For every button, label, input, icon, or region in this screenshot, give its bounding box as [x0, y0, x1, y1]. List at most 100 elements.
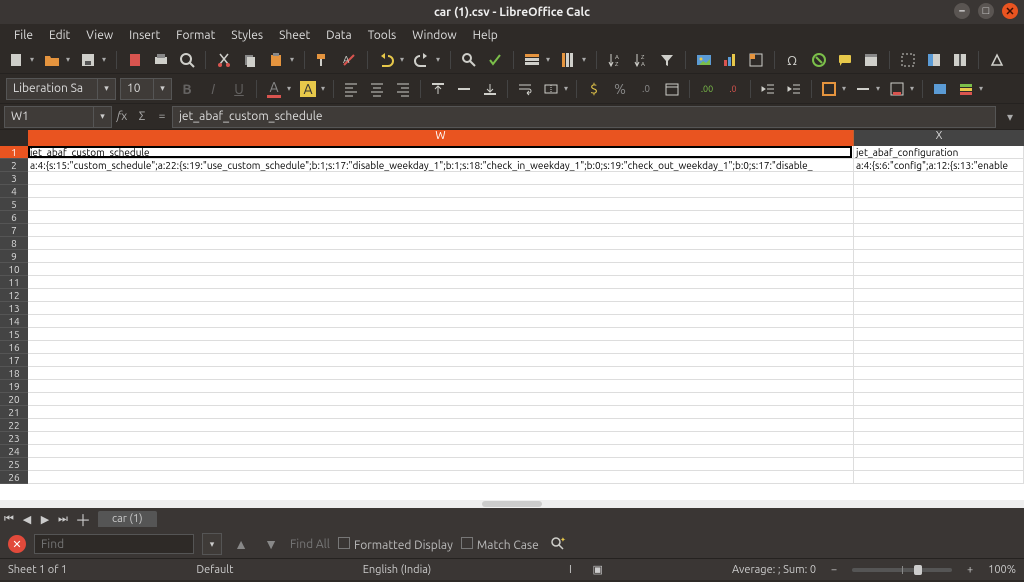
autofilter-icon[interactable] [657, 50, 677, 70]
paste-icon[interactable] [266, 50, 286, 70]
cell[interactable] [28, 315, 854, 328]
cell[interactable] [28, 406, 854, 419]
row-header[interactable]: 6 [0, 211, 28, 224]
clone-formatting-icon[interactable] [313, 50, 333, 70]
font-color-dropdown[interactable]: ▾ [285, 79, 293, 99]
menu-file[interactable]: File [6, 27, 41, 44]
window-close-button[interactable]: ✕ [1002, 3, 1018, 19]
menu-sheet[interactable]: Sheet [271, 27, 318, 44]
cell[interactable] [28, 198, 854, 211]
number-format-icon[interactable]: .0 [635, 78, 657, 100]
row-header[interactable]: 19 [0, 380, 28, 393]
cell[interactable] [28, 471, 854, 484]
border-style-icon[interactable] [852, 78, 874, 100]
cell[interactable]: jet_abaf_configuration [854, 146, 1024, 159]
cell[interactable] [854, 237, 1024, 250]
find-next-icon[interactable]: ▼ [260, 533, 282, 555]
define-print-area-icon[interactable] [898, 50, 918, 70]
cell[interactable] [854, 250, 1024, 263]
italic-button[interactable]: I [202, 78, 224, 100]
cell[interactable] [854, 393, 1024, 406]
cell[interactable] [28, 237, 854, 250]
horizontal-scrollbar[interactable] [0, 500, 1024, 508]
print-icon[interactable] [151, 50, 171, 70]
cell[interactable] [854, 445, 1024, 458]
sort-desc-icon[interactable]: ZA [631, 50, 651, 70]
undo-dropdown[interactable]: ▾ [398, 50, 406, 70]
tab-first-icon[interactable]: ⏮ [0, 513, 18, 526]
find-all-button[interactable]: Find All [290, 538, 330, 551]
freeze-icon[interactable] [924, 50, 944, 70]
cell[interactable] [28, 419, 854, 432]
zoom-slider[interactable] [852, 568, 952, 572]
row-header[interactable]: 23 [0, 432, 28, 445]
cell[interactable] [28, 341, 854, 354]
column-dropdown[interactable]: ▾ [580, 50, 588, 70]
border-color-dropdown[interactable]: ▾ [908, 79, 916, 99]
sort-asc-icon[interactable]: AZ [605, 50, 625, 70]
copy-icon[interactable] [240, 50, 260, 70]
comment-icon[interactable] [835, 50, 855, 70]
date-format-icon[interactable] [661, 78, 683, 100]
find-input[interactable] [34, 534, 194, 554]
cell-summary-label[interactable]: Average: ; Sum: 0 [732, 564, 816, 576]
cell[interactable] [28, 393, 854, 406]
find-replace-icon[interactable] [459, 50, 479, 70]
selection-mode-icon[interactable]: ▣ [592, 563, 602, 576]
chevron-down-icon[interactable]: ▾ [97, 79, 115, 99]
valign-bottom-icon[interactable] [479, 78, 501, 100]
menu-data[interactable]: Data [318, 27, 360, 44]
row-header[interactable]: 1 [0, 146, 28, 159]
menu-help[interactable]: Help [465, 27, 506, 44]
zoom-level-label[interactable]: 100% [988, 564, 1016, 576]
match-case-checkbox[interactable]: Match Case [461, 537, 539, 552]
cell[interactable] [28, 445, 854, 458]
row-header[interactable]: 4 [0, 185, 28, 198]
highlight-dropdown[interactable]: ▾ [319, 79, 327, 99]
row-dropdown[interactable]: ▾ [544, 50, 552, 70]
cut-icon[interactable] [214, 50, 234, 70]
page-style-label[interactable]: Default [196, 564, 233, 576]
menu-edit[interactable]: Edit [41, 27, 78, 44]
menu-styles[interactable]: Styles [223, 27, 271, 44]
find-history-dropdown[interactable]: ▾ [202, 533, 222, 555]
chevron-down-icon[interactable]: ▾ [93, 107, 111, 127]
print-preview-icon[interactable] [177, 50, 197, 70]
cell[interactable] [854, 458, 1024, 471]
hyperlink-icon[interactable] [809, 50, 829, 70]
add-decimal-icon[interactable]: .00 [696, 78, 718, 100]
image-icon[interactable] [694, 50, 714, 70]
font-color-button[interactable]: A [263, 78, 285, 100]
highlight-color-button[interactable]: A [297, 78, 319, 100]
headers-footers-icon[interactable] [861, 50, 881, 70]
formula-expand-icon[interactable]: ▾ [1000, 110, 1020, 124]
paste-dropdown[interactable]: ▾ [288, 50, 296, 70]
bold-button[interactable]: B [176, 78, 198, 100]
cell[interactable] [28, 380, 854, 393]
cell[interactable] [854, 263, 1024, 276]
close-find-button[interactable]: ✕ [8, 535, 26, 553]
row-header[interactable]: 21 [0, 406, 28, 419]
chevron-down-icon[interactable]: ▾ [153, 79, 171, 99]
row-header[interactable]: 20 [0, 393, 28, 406]
language-label[interactable]: English (India) [363, 564, 432, 576]
menu-window[interactable]: Window [404, 27, 464, 44]
new-document-icon[interactable] [6, 50, 26, 70]
cell[interactable] [28, 289, 854, 302]
cell[interactable] [854, 185, 1024, 198]
cell[interactable] [854, 211, 1024, 224]
zoom-out-icon[interactable]: − [828, 564, 840, 576]
align-left-icon[interactable] [340, 78, 362, 100]
cell[interactable] [854, 471, 1024, 484]
row-header[interactable]: 26 [0, 471, 28, 484]
autoformat-icon[interactable] [929, 78, 951, 100]
cell[interactable] [854, 276, 1024, 289]
row-header[interactable]: 14 [0, 315, 28, 328]
cell[interactable] [28, 250, 854, 263]
row-header[interactable]: 10 [0, 263, 28, 276]
spreadsheet-grid[interactable]: W X 1jet_abaf_custom_schedulejet_abaf_co… [0, 130, 1024, 500]
menu-tools[interactable]: Tools [360, 27, 405, 44]
row-header[interactable]: 7 [0, 224, 28, 237]
cell[interactable]: a:4:{s:15:"custom_schedule";a:22:{s:19:"… [28, 159, 854, 172]
formatted-display-checkbox[interactable]: Formatted Display [338, 537, 453, 552]
